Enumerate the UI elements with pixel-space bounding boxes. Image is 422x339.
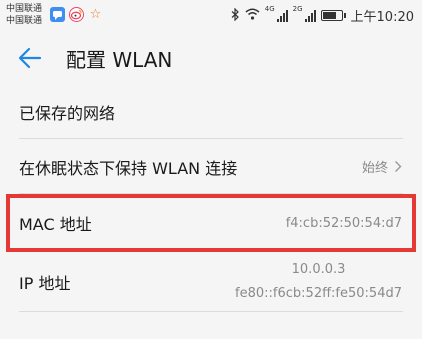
chevron-right-icon [395,161,402,172]
divider [19,311,403,312]
carrier-label-2: 中国联通 [6,16,43,26]
star-icon: ☆ [89,7,102,22]
mac-address-item: MAC 地址 f4:cb:52:50:54:d7 [6,194,416,252]
carrier-label-1: 中国联通 [6,4,43,14]
ip-address-item: IP 地址 10.0.0.3 fe80::f6cb:52ff:fe50:54d7 [0,252,422,312]
settings-list: 已保存的网络 在休眠状态下保持 WLAN 连接 始终 MAC 地址 f4:cb:… [0,84,422,312]
keep-wlan-value-group: 始终 [362,157,402,176]
notification-icons: ☆ [50,7,103,22]
battery-level-fill [322,12,337,19]
network-type-1: 4G [264,5,275,13]
chat-icon [50,7,65,22]
page-title: 配置 WLAN [66,47,173,72]
battery-icon [320,10,346,21]
network-type-2: 2G [292,5,303,13]
bluetooth-icon [231,7,240,24]
system-indicators: 4G 2G 上午10:20 [231,6,414,25]
ipv4-address: 10.0.0.3 [291,262,346,277]
clock: 上午10:20 [350,10,414,25]
ip-address-label: IP 地址 [19,274,71,293]
mac-address-label: MAC 地址 [19,215,92,234]
saved-networks-item[interactable]: 已保存的网络 [0,84,422,139]
carrier-info: 中国联通 中国联通 [6,3,42,27]
back-button[interactable] [16,44,44,72]
saved-networks-label: 已保存的网络 [19,103,116,123]
back-arrow-icon [18,47,42,69]
ip-address-values: 10.0.0.3 fe80::f6cb:52ff:fe50:54d7 [235,261,402,303]
keep-wlan-item[interactable]: 在休眠状态下保持 WLAN 连接 始终 [0,139,422,194]
signal-icon-1 [276,9,288,22]
title-bar: 配置 WLAN [0,32,422,84]
keep-wlan-value: 始终 [361,161,388,176]
signal-icon-2 [304,9,316,22]
weibo-icon [69,7,84,22]
mac-address-value: f4:cb:52:50:54:d7 [285,215,402,231]
ipv6-address: fe80::f6cb:52ff:fe50:54d7 [235,286,402,301]
keep-wlan-label: 在休眠状态下保持 WLAN 连接 [19,158,238,178]
wifi-icon [245,8,260,23]
status-bar: 中国联通 中国联通 ☆ 4G 2G 上午10:20 [0,0,422,32]
